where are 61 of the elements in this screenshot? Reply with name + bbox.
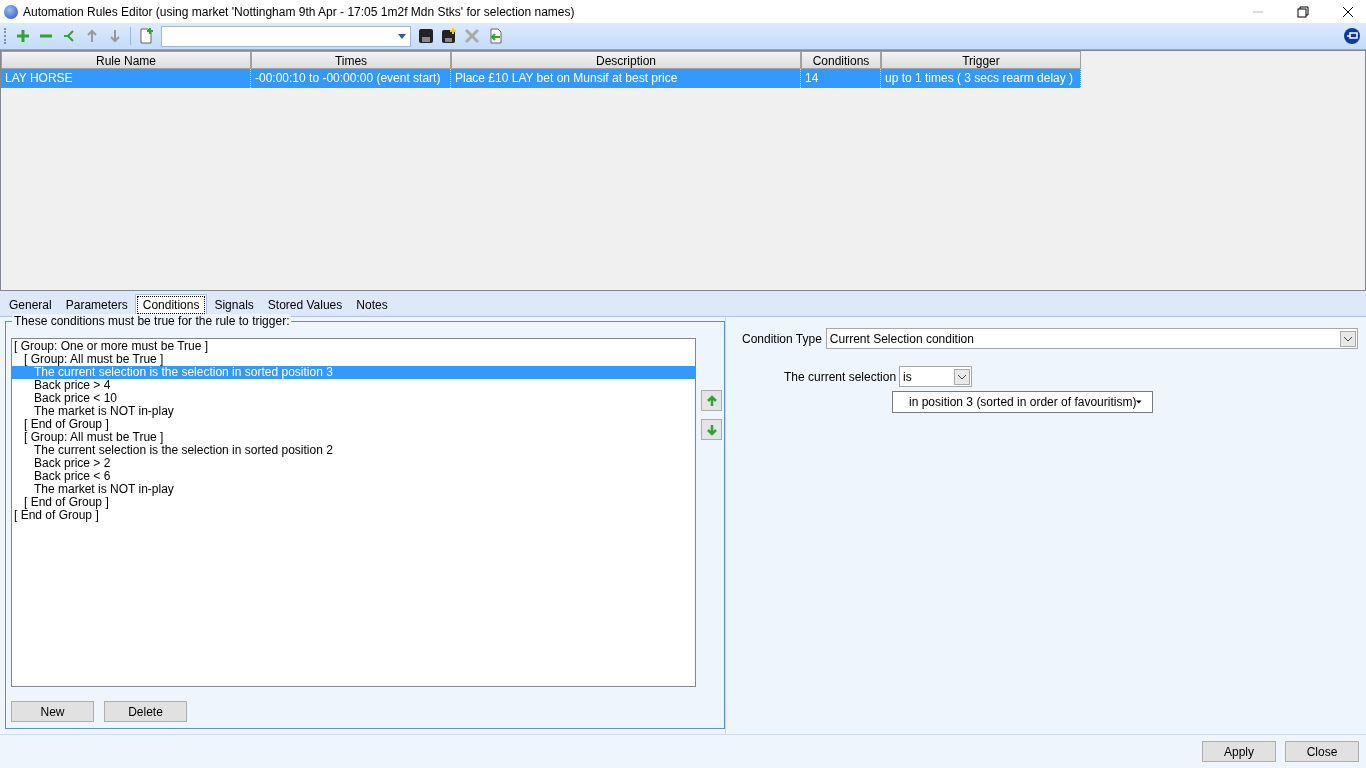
column-header[interactable]: Description bbox=[451, 51, 801, 69]
condition-item[interactable]: The current selection is the selection in sorted position 2 bbox=[12, 444, 695, 457]
branch-icon[interactable] bbox=[61, 28, 77, 44]
tab[interactable]: Notes bbox=[349, 295, 395, 316]
close-icon[interactable] bbox=[1342, 5, 1354, 18]
dropdown-arrow-icon bbox=[398, 33, 406, 39]
tab[interactable]: Signals bbox=[207, 295, 261, 316]
condition-item[interactable]: [ Group: All must be True ] bbox=[12, 353, 695, 366]
restore-icon[interactable] bbox=[1297, 5, 1309, 18]
down-arrow-icon[interactable] bbox=[107, 28, 123, 44]
tab[interactable]: Conditions bbox=[134, 294, 208, 316]
current-selection-label: The current selection bbox=[784, 369, 897, 384]
down-arrow-icon bbox=[706, 423, 717, 436]
condition-item[interactable]: The market is NOT in-play bbox=[12, 483, 695, 496]
condition-item[interactable]: Back price > 2 bbox=[12, 457, 695, 470]
tab[interactable]: Stored Values bbox=[260, 295, 350, 316]
rule-set-dropdown[interactable] bbox=[161, 25, 411, 47]
dropdown-arrow-icon bbox=[1136, 400, 1142, 404]
column-header[interactable]: Times bbox=[251, 51, 451, 69]
condition-type-label: Condition Type bbox=[742, 331, 822, 346]
window-title: Automation Rules Editor (using market 'Nottingham 9th Apr - 17:05 1m2f Mdn Stks' for selection names) bbox=[23, 4, 575, 19]
chevron-icon bbox=[1340, 330, 1356, 347]
condition-type-dropdown[interactable]: Current Selection condition bbox=[825, 328, 1358, 349]
condition-item[interactable]: The market is NOT in-play bbox=[12, 405, 695, 418]
condition-item[interactable]: Back price < 10 bbox=[12, 392, 695, 405]
column-header[interactable]: Conditions bbox=[801, 51, 881, 69]
chevron-icon bbox=[954, 368, 971, 385]
import-icon[interactable] bbox=[487, 28, 503, 44]
dialog-button[interactable]: Apply bbox=[1202, 741, 1276, 762]
table-cell: up to 1 times ( 3 secs rearm delay ) bbox=[881, 69, 1081, 88]
condition-item[interactable]: [ Group: One or more must be True ] bbox=[12, 340, 695, 353]
condition-item[interactable]: [ End of Group ] bbox=[12, 418, 695, 431]
table-cell: -00:00:10 to -00:00:00 (event start) bbox=[251, 69, 451, 88]
table-cell: 14 bbox=[801, 69, 881, 88]
condition-item[interactable]: Back price > 4 bbox=[12, 379, 695, 392]
app-logo-icon bbox=[4, 4, 18, 19]
move-up-button[interactable] bbox=[701, 390, 722, 411]
condition-item[interactable]: [ End of Group ] bbox=[12, 509, 695, 522]
condition-item[interactable]: Back price < 6 bbox=[12, 470, 695, 483]
save-new-icon[interactable] bbox=[441, 28, 457, 44]
pin-icon[interactable] bbox=[1344, 28, 1360, 44]
table-cell: Place £10 LAY bet on Munsif at best price bbox=[451, 69, 801, 88]
list-action-button[interactable]: New bbox=[11, 701, 94, 722]
table-cell: LAY HORSE bbox=[1, 69, 251, 88]
condition-item[interactable]: [ End of Group ] bbox=[12, 496, 695, 509]
dialog-button[interactable]: Close bbox=[1285, 741, 1359, 762]
column-header[interactable]: Rule Name bbox=[1, 51, 251, 69]
list-action-button[interactable]: Delete bbox=[104, 701, 187, 722]
tab[interactable]: Parameters bbox=[58, 295, 135, 316]
column-header[interactable]: Trigger bbox=[881, 51, 1081, 69]
operator-dropdown[interactable]: is bbox=[899, 366, 973, 387]
delete-icon[interactable] bbox=[464, 28, 480, 44]
move-down-button[interactable] bbox=[701, 419, 722, 440]
condition-item[interactable]: [ Group: All must be True ] bbox=[12, 431, 695, 444]
add-icon[interactable] bbox=[15, 28, 31, 44]
group-title: These conditions must be true for the rule to trigger: bbox=[12, 314, 292, 328]
up-arrow-icon bbox=[706, 394, 717, 407]
tab[interactable]: General bbox=[2, 295, 59, 316]
position-dropdown[interactable]: in position 3 (sorted in order of favouritism) bbox=[892, 391, 1153, 413]
save-icon[interactable] bbox=[418, 28, 434, 44]
new-document-icon[interactable] bbox=[138, 28, 154, 44]
